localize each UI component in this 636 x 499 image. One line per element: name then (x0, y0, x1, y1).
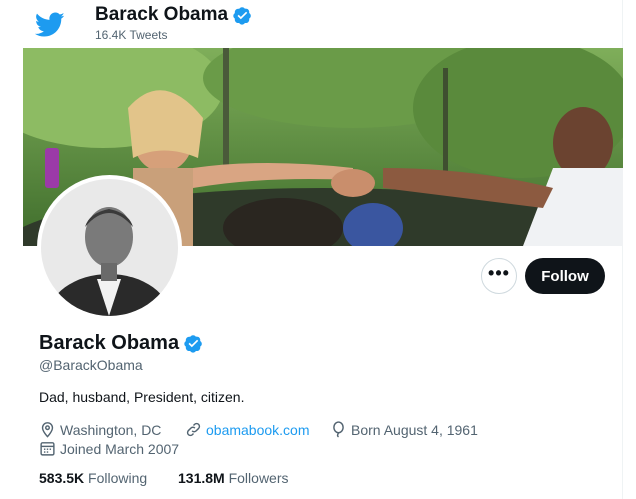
calendar-icon (40, 442, 55, 456)
avatar[interactable] (37, 175, 182, 320)
more-options-button[interactable]: ••• (481, 258, 517, 294)
profile-handle: @BarackObama (39, 357, 143, 373)
location-text: Washington, DC (60, 421, 162, 438)
followers-link[interactable]: 131.8M Followers (178, 470, 289, 486)
following-count: 583.5K (39, 470, 85, 486)
header-tweet-count: 16.4K Tweets (95, 28, 168, 42)
follow-button[interactable]: Follow (525, 258, 605, 294)
followers-label: Followers (228, 470, 289, 486)
profile-website: obamabook.com (185, 421, 310, 438)
link-icon (186, 422, 201, 437)
profile-joined: Joined March 2007 (39, 440, 179, 457)
profile-name: Barack Obama (39, 332, 203, 355)
profile-name-text: Barack Obama (39, 332, 180, 354)
verified-badge-icon (233, 6, 251, 25)
header-name-text: Barack Obama (95, 4, 229, 25)
profile-bio: Dad, husband, President, citizen. (39, 389, 245, 405)
birthday-text: Born August 4, 1961 (351, 421, 478, 438)
verified-badge-icon (184, 335, 202, 353)
followers-count: 131.8M (178, 470, 225, 486)
header-name: Barack Obama (95, 4, 252, 26)
website-link[interactable]: obamabook.com (206, 422, 310, 438)
twitter-bird-icon[interactable] (35, 12, 65, 38)
following-label: Following (88, 470, 148, 486)
joined-text: Joined March 2007 (60, 440, 180, 457)
location-pin-icon (41, 422, 54, 438)
following-link[interactable]: 583.5K Following (39, 470, 147, 486)
profile-location: Washington, DC (39, 421, 161, 438)
profile-birthday: Born August 4, 1961 (330, 421, 478, 438)
balloon-icon (333, 421, 344, 438)
